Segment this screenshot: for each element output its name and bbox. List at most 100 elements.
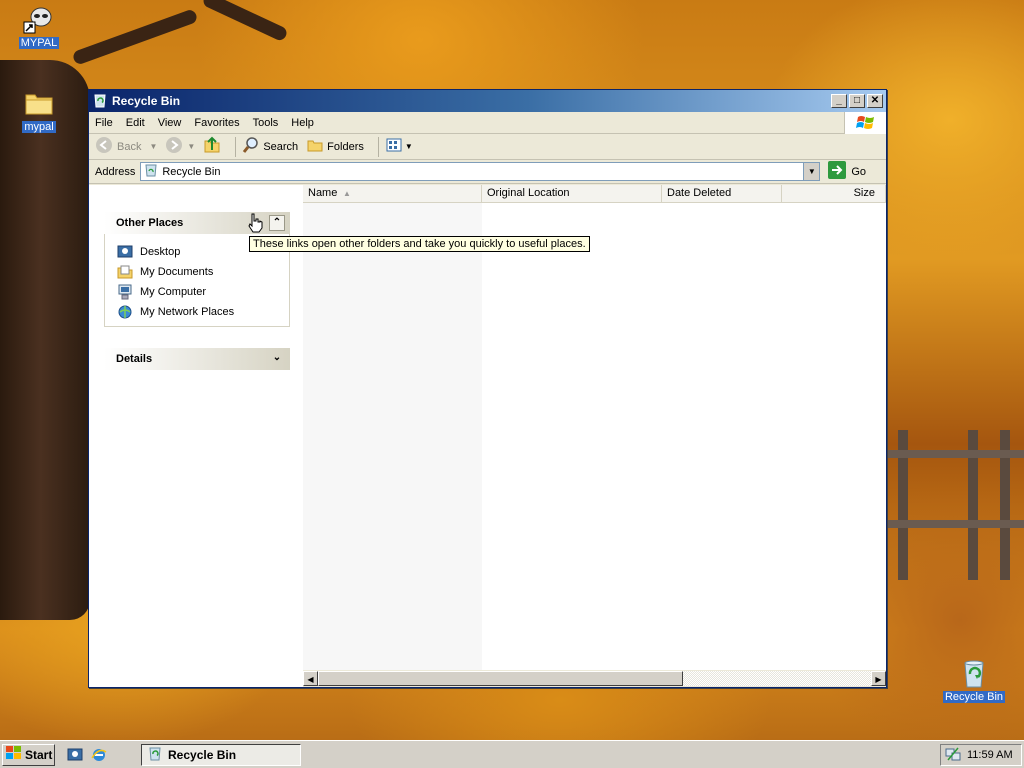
place-label: My Computer	[140, 286, 207, 298]
place-label: Desktop	[140, 246, 181, 258]
hand-cursor-icon	[247, 213, 263, 233]
menu-bar: File Edit View Favorites Tools Help	[89, 112, 886, 134]
scroll-right-button[interactable]: ▶	[871, 671, 886, 686]
place-label: My Network Places	[140, 306, 235, 318]
menu-favorites[interactable]: Favorites	[194, 117, 239, 129]
address-label: Address	[95, 165, 136, 178]
views-icon	[385, 136, 403, 157]
details-title: Details	[116, 353, 153, 365]
file-list: Name ▲ Original Location Date Deleted Si…	[303, 185, 886, 687]
windows-logo-icon	[6, 746, 22, 763]
back-arrow-icon	[95, 136, 113, 157]
scroll-thumb[interactable]	[318, 671, 683, 686]
column-header-name[interactable]: Name ▲	[303, 185, 482, 203]
my-computer-icon	[117, 284, 133, 300]
menu-view[interactable]: View	[158, 117, 182, 129]
sort-ascending-icon: ▲	[343, 189, 351, 198]
desktop-icon	[117, 244, 133, 260]
system-tray: 11:59 AM	[940, 744, 1022, 766]
window-title: Recycle Bin	[112, 94, 181, 108]
my-documents-icon	[117, 264, 133, 280]
clock[interactable]: 11:59 AM	[967, 749, 1013, 761]
tree-branch	[201, 0, 289, 43]
address-bar: Address Recycle Bin ▼ Go	[89, 160, 886, 184]
tooltip: These links open other folders and take …	[249, 236, 590, 252]
desktop-icon-mypal-folder[interactable]: mypal	[4, 87, 74, 133]
menu-edit[interactable]: Edit	[126, 117, 145, 129]
folders-icon	[306, 136, 324, 157]
content-area: Other Places ⌃ Desktop My Documents My C…	[89, 185, 886, 687]
address-dropdown-button[interactable]: ▼	[803, 163, 820, 180]
column-header-size[interactable]: Size	[782, 185, 886, 203]
tree-branch	[71, 8, 199, 66]
folders-button[interactable]: Folders	[306, 136, 364, 157]
chevron-down-icon[interactable]: ▼	[187, 142, 195, 151]
horizontal-scrollbar[interactable]: ◀ ▶	[303, 670, 886, 687]
desktop-icon-mypal-shortcut[interactable]: MYPAL	[4, 3, 74, 49]
search-button[interactable]: Search	[242, 136, 298, 157]
explorer-window: Recycle Bin _ □ ✕ File Edit View Favorit…	[88, 89, 887, 688]
column-header-original-location[interactable]: Original Location	[482, 185, 662, 203]
place-label: My Documents	[140, 266, 214, 278]
scroll-left-button[interactable]: ◀	[303, 671, 318, 686]
place-my-documents[interactable]: My Documents	[117, 262, 289, 282]
place-my-computer[interactable]: My Computer	[117, 282, 289, 302]
network-places-icon	[117, 304, 133, 320]
network-connection-icon[interactable]	[945, 746, 961, 765]
address-value: Recycle Bin	[162, 165, 221, 178]
expand-chevron-icon[interactable]: ⌄	[269, 351, 285, 367]
desktop-icon-recycle-bin[interactable]: Recycle Bin	[939, 657, 1009, 703]
desktop-icon-label: MYPAL	[18, 37, 60, 49]
search-label: Search	[263, 140, 299, 153]
details-panel: Details ⌄	[104, 348, 290, 370]
minimize-button[interactable]: _	[831, 94, 847, 108]
menu-file[interactable]: File	[95, 117, 113, 129]
chevron-down-icon[interactable]: ▼	[149, 142, 157, 151]
standard-toolbar: Back ▼ ▼ Search Folders ▼	[89, 134, 886, 160]
go-arrow-icon	[828, 161, 847, 182]
show-desktop-icon[interactable]	[67, 747, 83, 763]
maximize-button[interactable]: □	[849, 94, 865, 108]
menu-tools[interactable]: Tools	[253, 117, 279, 129]
tree-trunk	[0, 60, 90, 620]
up-folder-button[interactable]	[203, 136, 221, 157]
recycle-bin-icon	[958, 657, 990, 689]
window-titlebar[interactable]: Recycle Bin _ □ ✕	[89, 90, 886, 112]
address-field[interactable]: Recycle Bin ▼	[140, 162, 821, 181]
collapse-chevron-icon[interactable]: ⌃	[269, 215, 285, 231]
close-button[interactable]: ✕	[867, 94, 883, 108]
start-button[interactable]: Start	[2, 743, 55, 766]
toolbar-separator	[377, 136, 379, 157]
views-button[interactable]: ▼	[385, 136, 413, 157]
back-button[interactable]: Back ▼	[95, 136, 157, 157]
start-label: Start	[25, 747, 53, 762]
wooden-fence	[888, 430, 1024, 580]
place-my-network-places[interactable]: My Network Places	[117, 302, 289, 322]
other-places-title: Other Places	[116, 217, 184, 229]
scroll-track[interactable]	[683, 671, 871, 686]
sorted-column-highlight	[303, 203, 482, 670]
internet-explorer-icon[interactable]	[91, 747, 107, 763]
folders-label: Folders	[327, 140, 364, 153]
quick-launch	[67, 747, 115, 763]
taskbar-item-label: Recycle Bin	[168, 747, 237, 762]
column-header-date-deleted[interactable]: Date Deleted	[662, 185, 782, 203]
go-button[interactable]: Go	[828, 161, 866, 182]
taskbar-item-recycle-bin[interactable]: Recycle Bin	[141, 743, 301, 766]
recycle-bin-icon	[92, 92, 108, 111]
details-header[interactable]: Details ⌄	[104, 348, 290, 370]
desktop-icon-label: mypal	[22, 121, 56, 133]
forward-arrow-icon	[165, 136, 183, 157]
chevron-down-icon: ▼	[404, 142, 413, 151]
windows-logo-icon	[844, 112, 886, 134]
forward-button[interactable]: ▼	[165, 136, 195, 157]
go-label: Go	[851, 165, 867, 178]
recycle-bin-icon	[147, 745, 163, 764]
menu-help[interactable]: Help	[291, 117, 314, 129]
taskbar: Start Recycle Bin 11:59 AM	[0, 740, 1024, 768]
recycle-bin-icon	[144, 163, 158, 180]
column-headers: Name ▲ Original Location Date Deleted Si…	[303, 185, 886, 203]
toolbar-separator	[235, 136, 237, 157]
mypal-shortcut-icon	[23, 3, 55, 35]
search-icon	[242, 136, 260, 157]
